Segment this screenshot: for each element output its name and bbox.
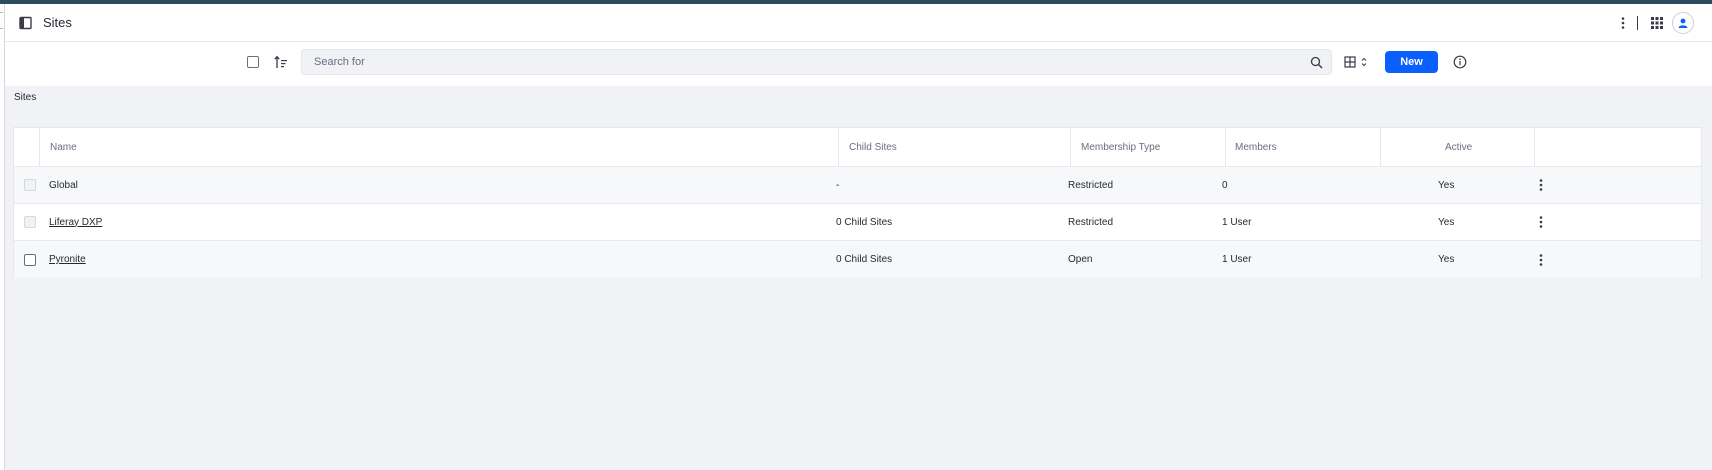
management-toolbar: New bbox=[5, 42, 1712, 86]
site-name-link[interactable]: Liferay DXP bbox=[49, 217, 102, 228]
column-header-child-sites: Child Sites bbox=[849, 141, 897, 153]
child-sites: 0 Child Sites bbox=[836, 254, 893, 265]
edge-mark bbox=[0, 12, 3, 13]
row-checkbox bbox=[24, 179, 36, 191]
child-sites: - bbox=[836, 179, 840, 191]
column-separator bbox=[838, 128, 839, 167]
table-header: Name Child Sites Membership Type Members… bbox=[14, 128, 1701, 167]
edge-mark bbox=[0, 28, 3, 29]
column-separator bbox=[1534, 128, 1535, 167]
column-separator bbox=[1225, 128, 1226, 167]
membership-type: Restricted bbox=[1068, 216, 1114, 228]
search-icon[interactable] bbox=[1310, 56, 1323, 69]
sidebar-panel-icon[interactable] bbox=[19, 16, 33, 30]
column-header-active: Active bbox=[1445, 141, 1473, 153]
user-avatar-icon[interactable] bbox=[1672, 12, 1694, 34]
members: 1 User bbox=[1222, 254, 1252, 265]
column-separator bbox=[39, 128, 40, 167]
table-row: Liferay DXP 0 Child Sites Restricted 1 U… bbox=[14, 204, 1701, 241]
membership-type: Restricted bbox=[1068, 179, 1114, 191]
membership-type: Open bbox=[1068, 254, 1093, 265]
select-all-checkbox[interactable] bbox=[247, 56, 259, 68]
members: 0 bbox=[1222, 179, 1228, 191]
page-title: Sites bbox=[43, 15, 72, 30]
info-icon[interactable] bbox=[1453, 55, 1467, 69]
active-status: Yes bbox=[1438, 179, 1455, 191]
breadcrumb: Sites bbox=[14, 92, 37, 103]
table-row: Global - Restricted 0 Yes bbox=[14, 167, 1701, 204]
sort-order-icon[interactable] bbox=[273, 54, 289, 70]
row-actions-icon[interactable] bbox=[1536, 253, 1546, 267]
active-status: Yes bbox=[1438, 216, 1455, 228]
column-header-membership-type: Membership Type bbox=[1081, 141, 1161, 153]
view-toggle-table-icon[interactable] bbox=[1344, 54, 1374, 70]
row-actions-icon[interactable] bbox=[1536, 178, 1546, 192]
sites-table: Name Child Sites Membership Type Members… bbox=[13, 127, 1702, 278]
column-header-name: Name bbox=[50, 141, 77, 153]
search-bar bbox=[301, 49, 1332, 75]
column-separator bbox=[1380, 128, 1381, 167]
header-divider bbox=[1637, 16, 1638, 30]
vertical-ellipsis-icon[interactable] bbox=[1618, 16, 1628, 30]
column-separator bbox=[1070, 128, 1071, 167]
members: 1 User bbox=[1222, 216, 1252, 228]
row-actions-icon[interactable] bbox=[1536, 215, 1546, 229]
new-button[interactable]: New bbox=[1385, 51, 1438, 73]
active-status: Yes bbox=[1438, 254, 1455, 265]
table-row: Pyronite 0 Child Sites Open 1 User Yes bbox=[14, 241, 1701, 278]
row-checkbox bbox=[24, 216, 36, 228]
site-name-link[interactable]: Pyronite bbox=[49, 254, 86, 265]
row-checkbox[interactable] bbox=[24, 253, 36, 266]
app-header: Sites bbox=[5, 4, 1712, 42]
column-header-members: Members bbox=[1235, 141, 1277, 153]
search-input[interactable] bbox=[302, 50, 1302, 74]
grid-apps-icon[interactable] bbox=[1650, 16, 1664, 30]
child-sites: 0 Child Sites bbox=[836, 216, 893, 228]
site-name: Global bbox=[49, 179, 78, 191]
